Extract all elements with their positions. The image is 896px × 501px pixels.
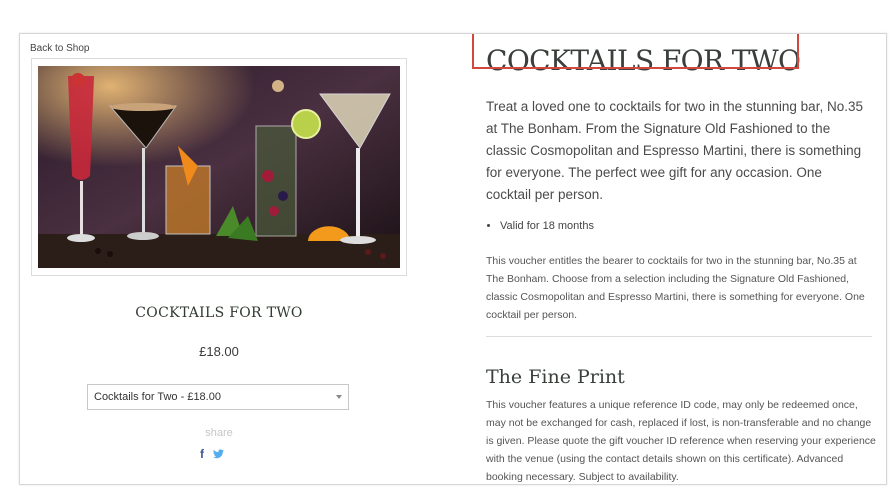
validity-item: Valid for 18 months [500, 220, 594, 232]
product-lead-text: Treat a loved one to cocktails for two i… [486, 99, 863, 202]
facebook-icon[interactable]: f [200, 448, 204, 460]
chevron-down-icon [336, 395, 342, 399]
fine-print-heading: The Fine Print [486, 366, 625, 388]
twitter-icon[interactable] [213, 449, 224, 459]
share-icons: f [200, 447, 224, 461]
page-title: COCKTAILS FOR TWO [486, 44, 801, 77]
product-title: COCKTAILS FOR TWO [135, 305, 303, 321]
product-image[interactable] [38, 66, 400, 268]
share-label: share [205, 427, 233, 439]
section-divider [486, 336, 872, 337]
product-description: This voucher entitles the bearer to cock… [486, 255, 865, 321]
validity-list: Valid for 18 months [486, 220, 594, 232]
product-page: Back to Shop COCKTAILS FOR TWO £18.00 Co… [19, 33, 887, 485]
back-to-shop-link[interactable]: Back to Shop [30, 43, 89, 54]
variant-select[interactable]: Cocktails for Two - £18.00 [87, 384, 349, 410]
product-image-frame [31, 58, 407, 276]
cocktails-photo [38, 66, 400, 268]
fine-print-text: This voucher features a unique reference… [486, 399, 876, 483]
product-price: £18.00 [199, 344, 239, 359]
variant-select-value: Cocktails for Two - £18.00 [94, 391, 221, 403]
